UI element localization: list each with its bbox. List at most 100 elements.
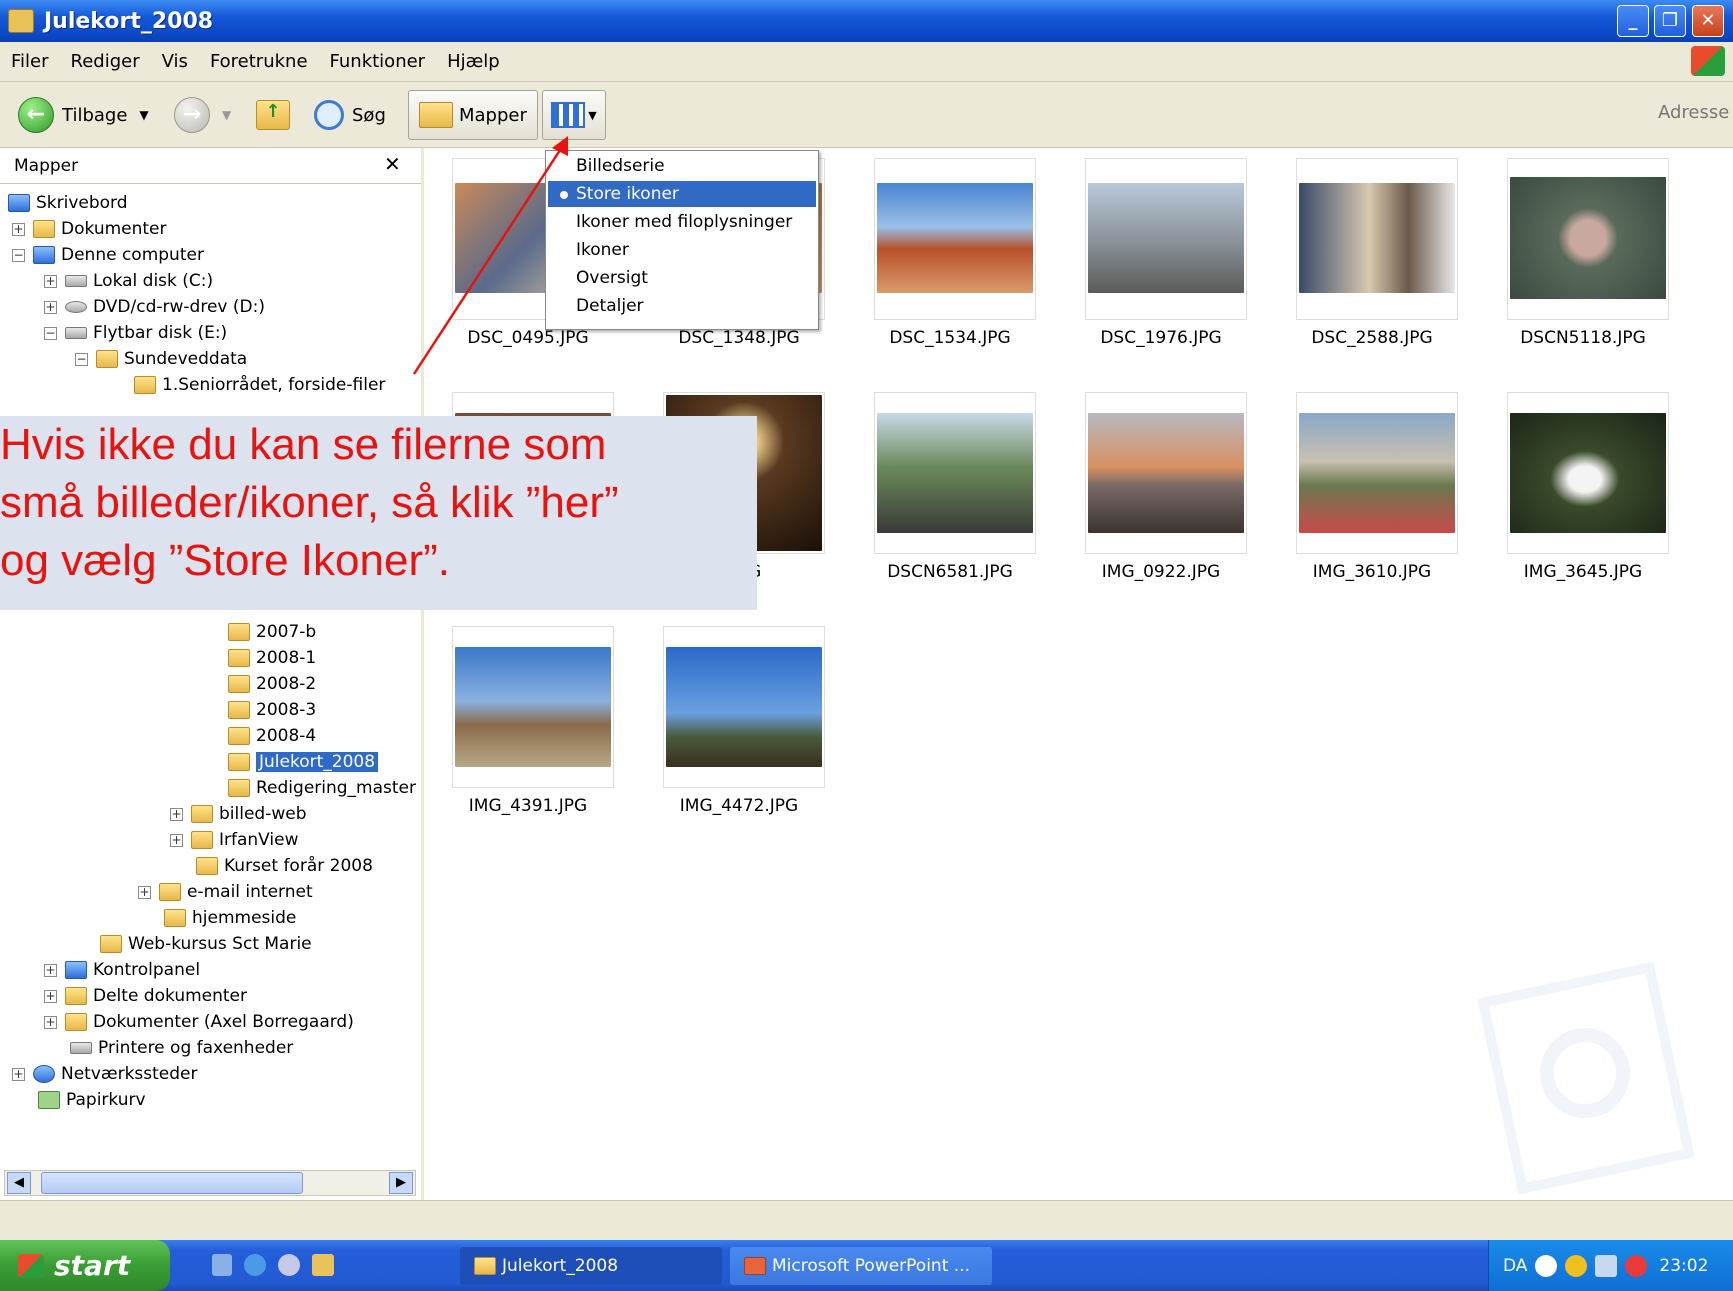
expand-icon[interactable]: + [138, 885, 151, 899]
up-folder-button[interactable]: ↑ [256, 90, 290, 140]
security-shield-icon[interactable] [1565, 1254, 1588, 1277]
menu-filer[interactable]: Filer [0, 51, 60, 72]
file-name[interactable]: DSC_1976.JPG [1056, 328, 1266, 348]
close-icon[interactable]: ✕ [384, 152, 401, 176]
thumbnail[interactable] [663, 626, 825, 788]
quicklaunch-icon[interactable] [212, 1254, 232, 1276]
tree-item-selected[interactable]: Julekort_2008 [228, 749, 379, 775]
scroll-right-icon[interactable]: ▶ [389, 1172, 413, 1194]
expand-icon[interactable]: + [12, 222, 25, 236]
media-icon[interactable] [278, 1254, 300, 1276]
start-button[interactable]: start [0, 1240, 170, 1291]
tree-item[interactable]: Printere og faxenheder [70, 1035, 293, 1061]
expand-icon[interactable]: + [44, 989, 57, 1003]
task-julekort[interactable]: Julekort_2008 [460, 1247, 722, 1285]
network-tray-icon[interactable] [1595, 1254, 1618, 1277]
expand-icon[interactable]: + [44, 274, 57, 288]
file-name[interactable]: IMG_4472.JPG [634, 796, 844, 816]
expand-icon[interactable]: + [170, 833, 183, 847]
thumbnail[interactable] [874, 158, 1036, 320]
scroll-thumb[interactable] [41, 1172, 303, 1194]
tree-item[interactable]: + Lokal disk (C:) [44, 268, 213, 294]
minimize-button[interactable]: _ [1617, 5, 1649, 37]
tree-item[interactable]: 2008-4 [228, 723, 316, 749]
expand-icon[interactable]: + [44, 963, 57, 977]
expand-icon[interactable]: + [44, 300, 57, 314]
file-name[interactable]: DSC_1534.JPG [845, 328, 1055, 348]
expand-icon[interactable]: + [44, 1015, 57, 1029]
chevron-down-icon[interactable]: ▼ [139, 108, 148, 122]
tree-item[interactable]: + Dokumenter [12, 216, 167, 242]
tree-item[interactable]: Papirkurv [38, 1087, 146, 1113]
menu-rediger[interactable]: Rediger [60, 51, 151, 72]
tree-item[interactable]: Redigering_master [228, 775, 416, 801]
title-bar[interactable]: Julekort_2008 _ ❐ ✕ [0, 0, 1733, 42]
file-name[interactable]: DSC_1348.JPG [634, 328, 844, 348]
thumbnail[interactable] [874, 392, 1036, 554]
tree-item[interactable]: + IrfanView [170, 827, 299, 853]
tree-item[interactable]: 1.Seniorrådet, forside-filer [134, 372, 385, 398]
chevron-down-icon[interactable]: ▼ [222, 108, 231, 122]
thumbnail[interactable] [1296, 392, 1458, 554]
file-name[interactable]: DSCN6581.JPG [845, 562, 1055, 582]
horizontal-scrollbar[interactable]: ◀ ▶ [4, 1170, 416, 1196]
thumbnail[interactable] [1296, 158, 1458, 320]
thumbnail[interactable] [1507, 392, 1669, 554]
back-button[interactable]: ← Tilbage ▼ [18, 90, 149, 140]
thumbnail[interactable] [1085, 158, 1247, 320]
menu-foretrukne[interactable]: Foretrukne [199, 51, 319, 72]
maximize-button[interactable]: ❐ [1654, 5, 1686, 37]
expand-icon[interactable]: + [170, 807, 183, 821]
tree-item[interactable]: + Delte dokumenter [44, 983, 247, 1009]
ie-icon[interactable] [244, 1254, 266, 1276]
tree-item[interactable]: 2008-1 [228, 645, 316, 671]
file-name[interactable]: IMG_0922.JPG [1056, 562, 1266, 582]
language-indicator[interactable]: DA [1503, 1256, 1527, 1276]
menu-hjaelp[interactable]: Hjælp [436, 51, 511, 72]
view-option-ikoner[interactable]: Ikoner [548, 237, 816, 263]
explorer-icon[interactable] [312, 1254, 334, 1276]
forward-button[interactable]: → ▼ [174, 90, 231, 140]
menu-funktioner[interactable]: Funktioner [319, 51, 437, 72]
tree-item[interactable]: Skrivebord [8, 190, 128, 216]
tree-item[interactable]: + billed-web [170, 801, 307, 827]
tree-item[interactable]: + e-mail internet [138, 879, 313, 905]
collapse-icon[interactable]: − [44, 326, 57, 340]
tree-item[interactable]: 2008-2 [228, 671, 316, 697]
tree-item[interactable]: 2008-3 [228, 697, 316, 723]
scroll-left-icon[interactable]: ◀ [7, 1172, 31, 1194]
tree-item[interactable]: + Netværkssteder [12, 1061, 198, 1087]
file-name[interactable]: DSCN5118.JPG [1478, 328, 1688, 348]
tray-arrow-icon[interactable] [1535, 1254, 1558, 1277]
tree-item[interactable]: + DVD/cd-rw-drev (D:) [44, 294, 265, 320]
view-option-ikoner-med-filoplysninger[interactable]: Ikoner med filoplysninger [548, 209, 816, 235]
thumbnail[interactable] [1507, 158, 1669, 320]
tree-item[interactable]: hjemmeside [164, 905, 296, 931]
file-name[interactable]: DSC_2588.JPG [1267, 328, 1477, 348]
collapse-icon[interactable]: − [75, 352, 88, 366]
tree-item[interactable]: + Kontrolpanel [44, 957, 200, 983]
file-name[interactable]: IMG_3645.JPG [1478, 562, 1688, 582]
tree-item[interactable]: + Dokumenter (Axel Borregaard) [44, 1009, 354, 1035]
tree-item[interactable]: − Sundeveddata [75, 346, 247, 372]
file-name[interactable]: IMG_4391.JPG [423, 796, 633, 816]
tree-item[interactable]: 2007-b [228, 619, 316, 645]
search-button[interactable]: Søg [314, 90, 386, 140]
close-button[interactable]: ✕ [1692, 5, 1724, 37]
collapse-icon[interactable]: − [12, 248, 25, 262]
view-option-oversigt[interactable]: Oversigt [548, 265, 816, 291]
antivirus-icon[interactable] [1625, 1254, 1648, 1277]
view-option-store-ikoner[interactable]: Store ikoner [548, 181, 816, 207]
tree-item[interactable]: − Denne computer [12, 242, 204, 268]
tree-item[interactable]: Kurset forår 2008 [196, 853, 373, 879]
view-option-detaljer[interactable]: Detaljer [548, 293, 816, 319]
thumbnail[interactable] [1085, 392, 1247, 554]
view-option-billedserie[interactable]: Billedserie [548, 153, 816, 179]
tree-item[interactable]: − Flytbar disk (E:) [44, 320, 227, 346]
menu-vis[interactable]: Vis [151, 51, 199, 72]
task-powerpoint[interactable]: Microsoft PowerPoint ... [730, 1247, 992, 1285]
tree-item[interactable]: Web-kursus Sct Marie [100, 931, 312, 957]
file-name[interactable]: IMG_3610.JPG [1267, 562, 1477, 582]
thumbnail[interactable] [452, 626, 614, 788]
expand-icon[interactable]: + [12, 1067, 25, 1081]
